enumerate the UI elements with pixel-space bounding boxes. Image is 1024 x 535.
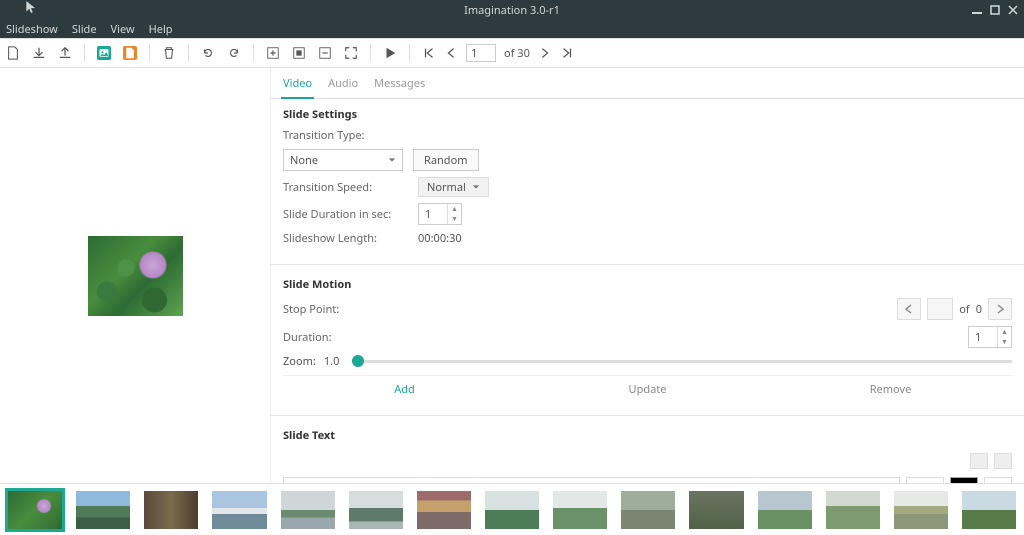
titlebar: Imagination 3.0-r1 bbox=[0, 0, 1024, 20]
motion-add-button[interactable]: Add bbox=[283, 376, 526, 403]
motion-of-label: of bbox=[959, 302, 969, 317]
thumbnail-8[interactable] bbox=[485, 491, 539, 529]
panel-tabs: Video Audio Messages bbox=[271, 68, 1024, 99]
motion-remove-button[interactable]: Remove bbox=[769, 376, 1012, 403]
thumbnail-3[interactable] bbox=[144, 491, 198, 529]
transition-speed-label: Transition Speed: bbox=[283, 180, 408, 195]
menu-slide[interactable]: Slide bbox=[72, 22, 97, 37]
motion-update-button[interactable]: Update bbox=[526, 376, 769, 403]
main-area: Video Audio Messages Slide Settings Tran… bbox=[0, 68, 1024, 483]
zoom-out-button[interactable] bbox=[318, 46, 332, 60]
save-button[interactable] bbox=[58, 46, 72, 60]
spin-down-icon[interactable]: ▼ bbox=[998, 337, 1011, 347]
slide-number-input[interactable] bbox=[466, 44, 496, 62]
thumbnail-1[interactable] bbox=[8, 491, 62, 529]
random-button[interactable]: Random bbox=[413, 149, 479, 171]
new-button[interactable] bbox=[6, 46, 20, 60]
zoom-slider[interactable] bbox=[352, 360, 1012, 363]
stop-point-label: Stop Point: bbox=[283, 302, 408, 317]
slide-motion-title: Slide Motion bbox=[283, 277, 1012, 292]
tab-audio[interactable]: Audio bbox=[326, 72, 360, 98]
menubar: Slideshow Slide View Help bbox=[0, 20, 1024, 38]
import-audio-button[interactable] bbox=[123, 46, 137, 60]
motion-prev-button[interactable] bbox=[897, 298, 921, 320]
toolbar: of 30 bbox=[0, 38, 1024, 68]
transition-type-value: None bbox=[290, 153, 318, 168]
fullscreen-button[interactable] bbox=[344, 46, 358, 60]
tab-messages[interactable]: Messages bbox=[372, 72, 427, 98]
tab-video[interactable]: Video bbox=[281, 72, 314, 99]
zoom-fit-button[interactable] bbox=[292, 46, 306, 60]
first-slide-button[interactable] bbox=[422, 46, 436, 60]
motion-index-field[interactable] bbox=[927, 298, 953, 320]
import-image-button[interactable] bbox=[97, 46, 111, 60]
text-style-1-button[interactable] bbox=[970, 453, 988, 469]
slide-text-title: Slide Text bbox=[283, 428, 1012, 443]
properties-panel: Video Audio Messages Slide Settings Tran… bbox=[270, 68, 1024, 483]
thumbnail-12[interactable] bbox=[758, 491, 812, 529]
thumbnail-11[interactable] bbox=[689, 491, 743, 529]
thumbnail-10[interactable] bbox=[621, 491, 675, 529]
slideshow-length-value: 00:00:30 bbox=[418, 231, 462, 246]
section-slide-settings: Slide Settings Transition Type: None Ran… bbox=[271, 99, 1024, 260]
transition-type-label: Transition Type: bbox=[283, 128, 408, 143]
spin-down-icon[interactable]: ▼ bbox=[448, 214, 461, 224]
slide-settings-title: Slide Settings bbox=[283, 107, 1012, 122]
minimize-icon[interactable] bbox=[972, 5, 982, 15]
thumbnail-4[interactable] bbox=[212, 491, 266, 529]
thumbnail-6[interactable] bbox=[349, 491, 403, 529]
section-slide-text: Slide Text Sans 12 Animation: None Anima… bbox=[271, 420, 1024, 483]
motion-next-button[interactable] bbox=[988, 298, 1012, 320]
slideshow-length-label: Slideshow Length: bbox=[283, 231, 408, 246]
cursor-icon bbox=[24, 0, 38, 14]
transition-speed-dropdown[interactable]: Normal bbox=[418, 177, 489, 197]
motion-of-value: 0 bbox=[976, 302, 982, 317]
open-button[interactable] bbox=[32, 46, 46, 60]
slide-duration-label: Slide Duration in sec: bbox=[283, 207, 408, 222]
spin-up-icon[interactable]: ▲ bbox=[998, 327, 1011, 337]
thumbnail-13[interactable] bbox=[826, 491, 880, 529]
menu-view[interactable]: View bbox=[111, 22, 135, 37]
chevron-down-icon bbox=[472, 183, 480, 191]
transition-type-dropdown[interactable]: None bbox=[283, 149, 403, 171]
close-icon[interactable] bbox=[1008, 5, 1018, 15]
delete-button[interactable] bbox=[162, 46, 176, 60]
spin-up-icon[interactable]: ▲ bbox=[448, 204, 461, 214]
motion-duration-label: Duration: bbox=[283, 330, 408, 345]
zoom-label: Zoom: bbox=[283, 354, 316, 369]
zoom-in-button[interactable] bbox=[266, 46, 280, 60]
maximize-icon[interactable] bbox=[990, 5, 1000, 15]
slide-total-label: of 30 bbox=[504, 46, 530, 61]
next-slide-button[interactable] bbox=[538, 46, 552, 60]
thumbnail-9[interactable] bbox=[553, 491, 607, 529]
preview-pane bbox=[0, 68, 270, 483]
slider-thumb[interactable] bbox=[352, 355, 364, 367]
chevron-down-icon bbox=[388, 156, 396, 164]
thumbnail-2[interactable] bbox=[76, 491, 130, 529]
slide-duration-spinbox[interactable]: 1 ▲▼ bbox=[418, 203, 462, 225]
preview-image bbox=[88, 236, 183, 316]
play-button[interactable] bbox=[383, 46, 397, 60]
rotate-cw-button[interactable] bbox=[227, 46, 241, 60]
rotate-ccw-button[interactable] bbox=[201, 46, 215, 60]
thumbnail-strip bbox=[0, 483, 1024, 535]
thumbnail-14[interactable] bbox=[894, 491, 948, 529]
zoom-value: 1.0 bbox=[324, 354, 344, 369]
menu-slideshow[interactable]: Slideshow bbox=[6, 22, 58, 37]
window-title: Imagination 3.0-r1 bbox=[464, 3, 560, 18]
thumbnail-15[interactable] bbox=[962, 491, 1016, 529]
thumbnail-7[interactable] bbox=[417, 491, 471, 529]
motion-duration-spinbox[interactable]: 1 ▲▼ bbox=[968, 326, 1012, 348]
menu-help[interactable]: Help bbox=[149, 22, 173, 37]
thumbnail-5[interactable] bbox=[281, 491, 335, 529]
section-slide-motion: Slide Motion Stop Point: of 0 Duration: … bbox=[271, 269, 1024, 411]
prev-slide-button[interactable] bbox=[444, 46, 458, 60]
last-slide-button[interactable] bbox=[560, 46, 574, 60]
text-style-2-button[interactable] bbox=[994, 453, 1012, 469]
